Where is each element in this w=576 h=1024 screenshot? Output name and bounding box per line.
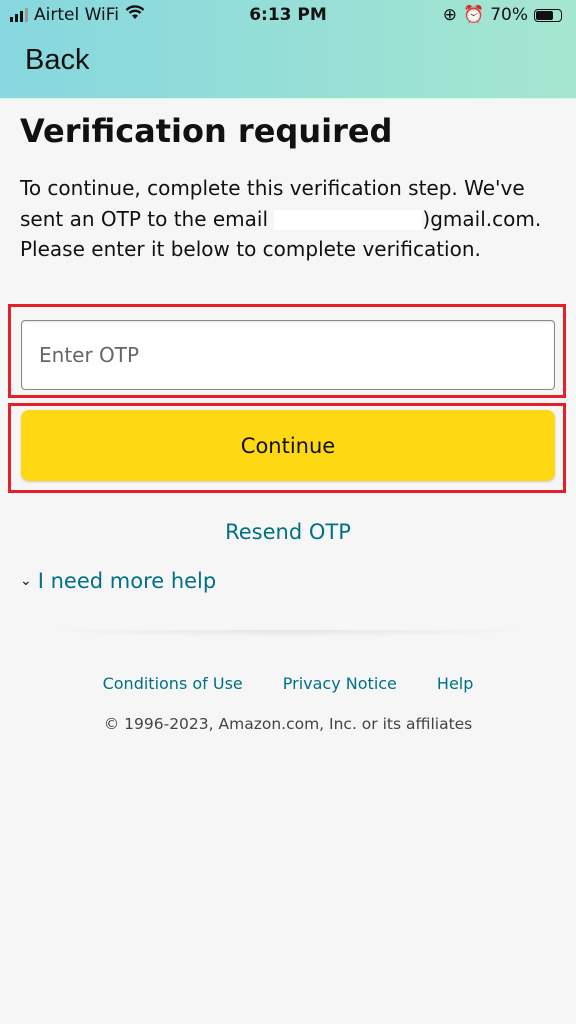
privacy-notice-link[interactable]: Privacy Notice: [283, 674, 397, 693]
continue-button[interactable]: Continue: [21, 410, 555, 481]
rotation-lock-icon: ⊕: [442, 5, 458, 25]
chevron-down-icon: ⌄: [20, 573, 32, 589]
otp-input[interactable]: [21, 320, 555, 390]
description: To continue, complete this verification …: [20, 173, 560, 265]
battery-percent: 70%: [490, 5, 528, 25]
more-help-toggle[interactable]: ⌄ I need more help: [20, 569, 216, 593]
header: Airtel WiFi 6:13 PM ⊕ ⏰ 70% Back: [0, 0, 576, 99]
footer-links: Conditions of Use Privacy Notice Help: [0, 674, 576, 693]
more-help-label: I need more help: [37, 569, 217, 593]
status-bar: Airtel WiFi 6:13 PM ⊕ ⏰ 70%: [0, 5, 576, 29]
alarm-icon: ⏰: [463, 5, 485, 25]
back-button[interactable]: Back: [25, 44, 89, 77]
battery-icon: [534, 8, 562, 22]
divider: [40, 630, 536, 638]
help-link[interactable]: Help: [437, 674, 473, 693]
page-title: Verification required: [20, 112, 393, 150]
email-text: )gmail.com: [422, 206, 535, 231]
resend-otp-link[interactable]: Resend OTP: [0, 520, 576, 544]
copyright: © 1996-2023, Amazon.com, Inc. or its aff…: [103, 715, 473, 733]
conditions-of-use-link[interactable]: Conditions of Use: [103, 674, 243, 693]
redacted-email: [274, 210, 423, 230]
